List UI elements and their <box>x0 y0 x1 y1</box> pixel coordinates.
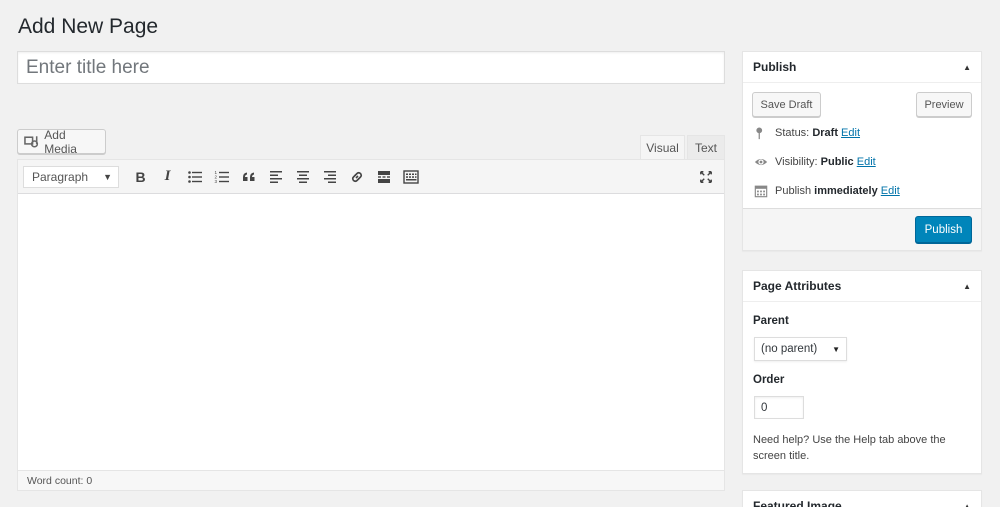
link-icon <box>351 171 362 182</box>
page-title: Add New Page <box>18 15 159 38</box>
fullscreen-icon <box>700 171 712 183</box>
tab-visual[interactable]: Visual <box>640 135 685 160</box>
editor-toolbar: Paragraph ▼ B I 1 2 3 <box>18 160 724 194</box>
featured-image-title: Featured Image <box>753 499 842 507</box>
order-label: Order <box>753 374 785 386</box>
featured-image-box: Featured Image ▲ <box>742 490 982 507</box>
status-value: Draft <box>812 127 838 139</box>
page-attributes-title: Page Attributes <box>753 279 842 293</box>
publish-button[interactable]: Publish <box>915 216 972 243</box>
toolbar-toggle-button[interactable] <box>397 164 424 190</box>
parent-select-value: (no parent) <box>761 343 818 355</box>
calendar-icon <box>754 185 768 198</box>
parent-label: Parent <box>753 315 789 327</box>
visibility-value: Public <box>820 156 854 168</box>
parent-select[interactable]: (no parent) ▼ <box>754 337 847 361</box>
visibility-row: Visibility: Public Edit <box>754 155 876 169</box>
publish-box-header[interactable]: Publish ▲ <box>743 52 981 83</box>
read-more-icon <box>377 170 390 183</box>
pin-icon <box>756 127 763 140</box>
page-attributes-box: Page Attributes ▲ Parent (no parent) ▼ O… <box>742 270 982 474</box>
bullet-list-icon <box>187 170 202 183</box>
align-center-button[interactable] <box>289 164 316 190</box>
status-row: Status: Draft Edit <box>754 126 860 140</box>
align-right-icon <box>323 170 336 183</box>
status-label: Status: <box>775 127 810 139</box>
publish-value: immediately <box>814 185 878 197</box>
format-select[interactable]: Paragraph ▼ <box>23 165 119 188</box>
page-attributes-header[interactable]: Page Attributes ▲ <box>743 271 981 302</box>
content-editor: Paragraph ▼ B I 1 2 3 Word count: 0 <box>17 159 725 491</box>
publish-label: Publish <box>775 185 812 197</box>
help-text: Need help? Use the Help tab above the sc… <box>753 434 946 462</box>
save-draft-button[interactable]: Save Draft <box>752 92 821 117</box>
chevron-down-icon: ▼ <box>832 344 840 354</box>
svg-text:3: 3 <box>214 179 217 184</box>
visibility-label: Visibility: <box>775 156 818 168</box>
bold-button[interactable]: B <box>127 164 154 190</box>
bullet-list-button[interactable] <box>181 164 208 190</box>
editor-content-area[interactable] <box>18 194 724 470</box>
read-more-button[interactable] <box>370 164 397 190</box>
major-publishing-actions: Publish <box>743 208 981 250</box>
visibility-edit-link[interactable]: Edit <box>857 156 876 168</box>
toolbar-toggle-icon <box>402 169 419 184</box>
chevron-down-icon: ▼ <box>103 171 112 182</box>
schedule-edit-link[interactable]: Edit <box>881 185 900 197</box>
italic-button[interactable]: I <box>154 164 181 190</box>
add-media-label: Add Media <box>44 127 77 156</box>
collapse-arrow-icon[interactable]: ▲ <box>963 282 971 291</box>
media-icon <box>24 135 39 148</box>
title-input[interactable] <box>17 51 725 84</box>
align-left-icon <box>269 170 282 183</box>
link-button[interactable] <box>343 164 370 190</box>
numbered-list-icon: 1 2 3 <box>214 170 229 184</box>
format-select-value: Paragraph <box>32 169 89 184</box>
collapse-arrow-icon[interactable]: ▲ <box>963 63 971 72</box>
align-center-icon <box>296 170 309 183</box>
status-edit-link[interactable]: Edit <box>841 127 860 139</box>
align-left-button[interactable] <box>262 164 289 190</box>
publish-box: Publish ▲ Save Draft Preview Status: Dra… <box>742 51 982 251</box>
collapse-arrow-icon[interactable]: ▲ <box>963 502 971 507</box>
add-media-button[interactable]: Add Media <box>17 127 106 156</box>
numbered-list-button[interactable]: 1 2 3 <box>208 164 235 190</box>
publish-box-title: Publish <box>753 60 797 74</box>
align-right-button[interactable] <box>316 164 343 190</box>
order-input[interactable] <box>754 396 804 419</box>
featured-image-header[interactable]: Featured Image ▲ <box>743 491 981 507</box>
eye-icon <box>754 158 768 166</box>
preview-button[interactable]: Preview <box>916 92 972 117</box>
word-count: Word count: 0 <box>18 470 724 490</box>
blockquote-button[interactable] <box>235 164 262 190</box>
fullscreen-button[interactable] <box>696 167 716 187</box>
blockquote-icon <box>242 172 254 181</box>
schedule-row: Publish immediately Edit <box>754 184 900 198</box>
tab-text[interactable]: Text <box>687 135 725 160</box>
